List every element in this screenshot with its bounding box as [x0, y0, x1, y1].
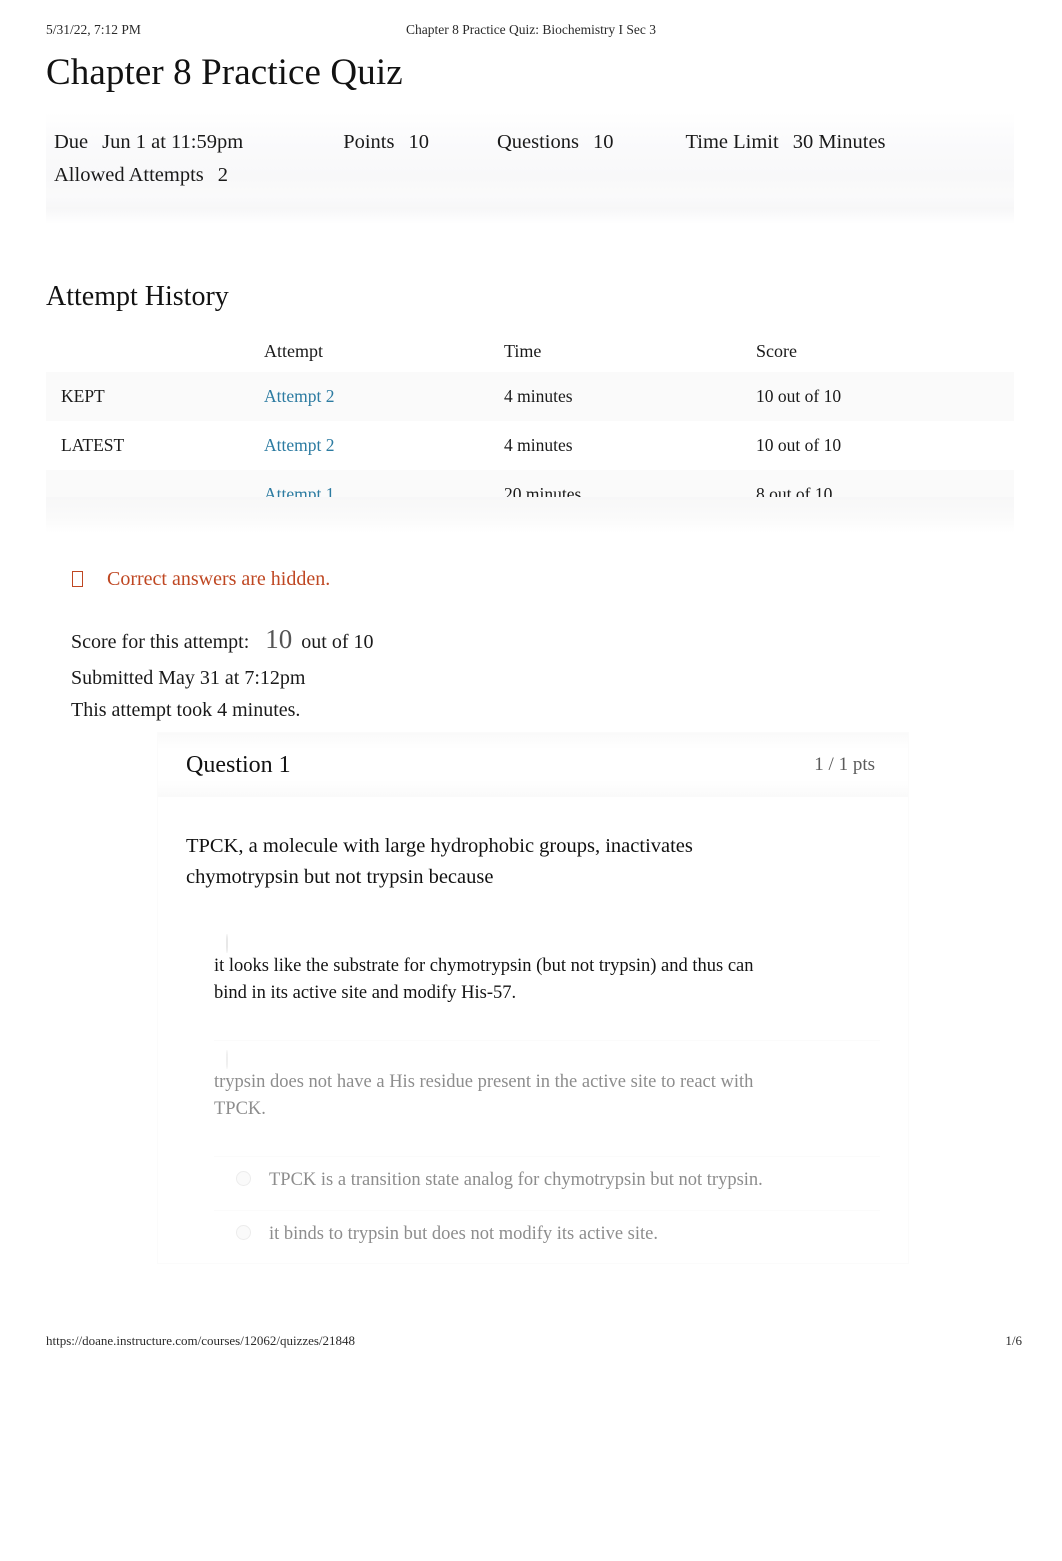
answer-option-2[interactable]: trypsin does not have a His residue pres… — [214, 1041, 880, 1156]
radio-button-icon[interactable] — [236, 1171, 251, 1187]
attempt-link[interactable]: Attempt 2 — [264, 435, 334, 455]
quiz-due-label: Due — [54, 131, 89, 153]
quiz-points: Points 10 — [343, 126, 429, 159]
print-header: 5/31/22, 7:12 PM Chapter 8 Practice Quiz… — [0, 22, 1062, 44]
quiz-due-value: Jun 1 at 11:59pm — [102, 131, 244, 153]
row-time: 4 minutes — [504, 435, 573, 455]
quiz-allowed-attempts-label: Allowed Attempts — [54, 164, 204, 187]
info-box-icon — [72, 571, 83, 587]
question-text: TPCK, a molecule with large hydrophobic … — [186, 835, 693, 889]
radio-button-icon[interactable] — [236, 1224, 251, 1240]
answer-option-3-text: TPCK is a transition state analog for ch… — [269, 1170, 763, 1191]
question-header: Question 1 1 / 1 pts — [158, 733, 908, 797]
quiz-meta-row-1: Due Jun 1 at 11:59pm Points 10 Questions… — [54, 126, 1006, 159]
quiz-due: Due Jun 1 at 11:59pm — [54, 126, 243, 159]
attempt-link[interactable]: Attempt 2 — [264, 386, 334, 406]
attempt-duration: This attempt took 4 minutes. — [71, 699, 301, 722]
table-header-row: Attempt Time Score — [46, 335, 1014, 372]
attempt-score-line: Score for this attempt: 10 out of 10 — [71, 618, 374, 662]
column-header-time: Time — [504, 341, 542, 361]
attempt-history-table: Attempt Time Score KEPT Attempt 2 4 minu… — [46, 335, 1014, 519]
quiz-meta-row-2: Allowed Attempts 2 — [54, 159, 1006, 192]
attempt-history-table-tail — [46, 497, 1014, 533]
row-score: 10 out of 10 — [756, 435, 842, 455]
row-time: 4 minutes — [504, 372, 756, 421]
column-header-flag — [46, 335, 264, 372]
row-attempt-cell: Attempt 2 — [264, 372, 504, 421]
page-title: Chapter 8 Practice Quiz — [46, 52, 403, 93]
answer-option-3[interactable]: TPCK is a transition state analog for ch… — [214, 1157, 880, 1209]
question-title: Question 1 — [186, 751, 291, 778]
column-header-attempt: Attempt — [264, 341, 323, 361]
page-bottom-fade — [0, 1318, 1062, 1332]
print-footer-url: https://doane.instructure.com/courses/12… — [46, 1333, 356, 1348]
answer-option-1[interactable]: it looks like the substrate for chymotry… — [214, 925, 880, 1040]
print-document-title: Chapter 8 Practice Quiz: Biochemistry I … — [405, 22, 657, 37]
quiz-time-limit: Time Limit 30 Minutes — [685, 126, 885, 159]
attempt-history-heading: Attempt History — [46, 281, 229, 312]
radio-button-icon[interactable] — [226, 1050, 228, 1070]
quiz-allowed-attempts: Allowed Attempts 2 — [54, 159, 228, 192]
quiz-questions-value: 10 — [592, 131, 614, 153]
answer-option-4-text: it binds to trypsin but does not modify … — [269, 1223, 658, 1244]
table-row: KEPT Attempt 2 4 minutes 10 out of 10 — [46, 372, 1014, 421]
quiz-time-limit-value: 30 Minutes — [792, 131, 886, 153]
quiz-meta-band-tail — [46, 196, 1014, 224]
column-header-score: Score — [756, 341, 797, 361]
answer-option-4[interactable]: it binds to trypsin but does not modify … — [214, 1211, 880, 1263]
table-row: LATEST Attempt 2 4 minutes 10 out of 10 — [46, 421, 1014, 470]
question-points: 1 / 1 pts — [814, 754, 875, 775]
attempt-submitted: Submitted May 31 at 7:12pm — [71, 666, 306, 689]
hidden-answers-notice: Correct answers are hidden. — [72, 568, 330, 591]
print-footer-page: 1/6 — [1005, 1333, 1022, 1348]
question-body: TPCK, a molecule with large hydrophobic … — [158, 797, 908, 1263]
row-flag: KEPT — [46, 372, 264, 421]
hidden-answers-notice-text: Correct answers are hidden. — [107, 568, 331, 590]
answer-list: it looks like the substrate for chymotry… — [186, 925, 880, 1263]
quiz-time-limit-label: Time Limit — [685, 131, 779, 153]
question-card: Question 1 1 / 1 pts TPCK, a molecule wi… — [158, 733, 908, 1264]
attempt-score-out-of: out of 10 — [301, 631, 374, 653]
row-flag: LATEST — [61, 435, 125, 455]
row-attempt-cell: Attempt 2 — [264, 421, 504, 470]
quiz-points-value: 10 — [408, 131, 429, 153]
print-footer: https://doane.instructure.com/courses/12… — [0, 1333, 1062, 1353]
answer-option-1-text: it looks like the substrate for chymotry… — [214, 956, 754, 1003]
quiz-allowed-attempts-value: 2 — [217, 164, 229, 187]
attempt-score-value: 10 — [265, 624, 293, 654]
quiz-points-label: Points — [343, 131, 395, 153]
radio-button-icon[interactable] — [226, 934, 228, 954]
attempt-score-label: Score for this attempt: — [71, 631, 250, 653]
quiz-questions: Questions 10 — [497, 126, 614, 159]
attempt-summary: Score for this attempt: 10 out of 10 Sub… — [71, 618, 374, 727]
answer-option-2-text: trypsin does not have a His residue pres… — [214, 1072, 754, 1119]
row-score: 10 out of 10 — [756, 372, 1014, 421]
quiz-questions-label: Questions — [496, 131, 579, 153]
